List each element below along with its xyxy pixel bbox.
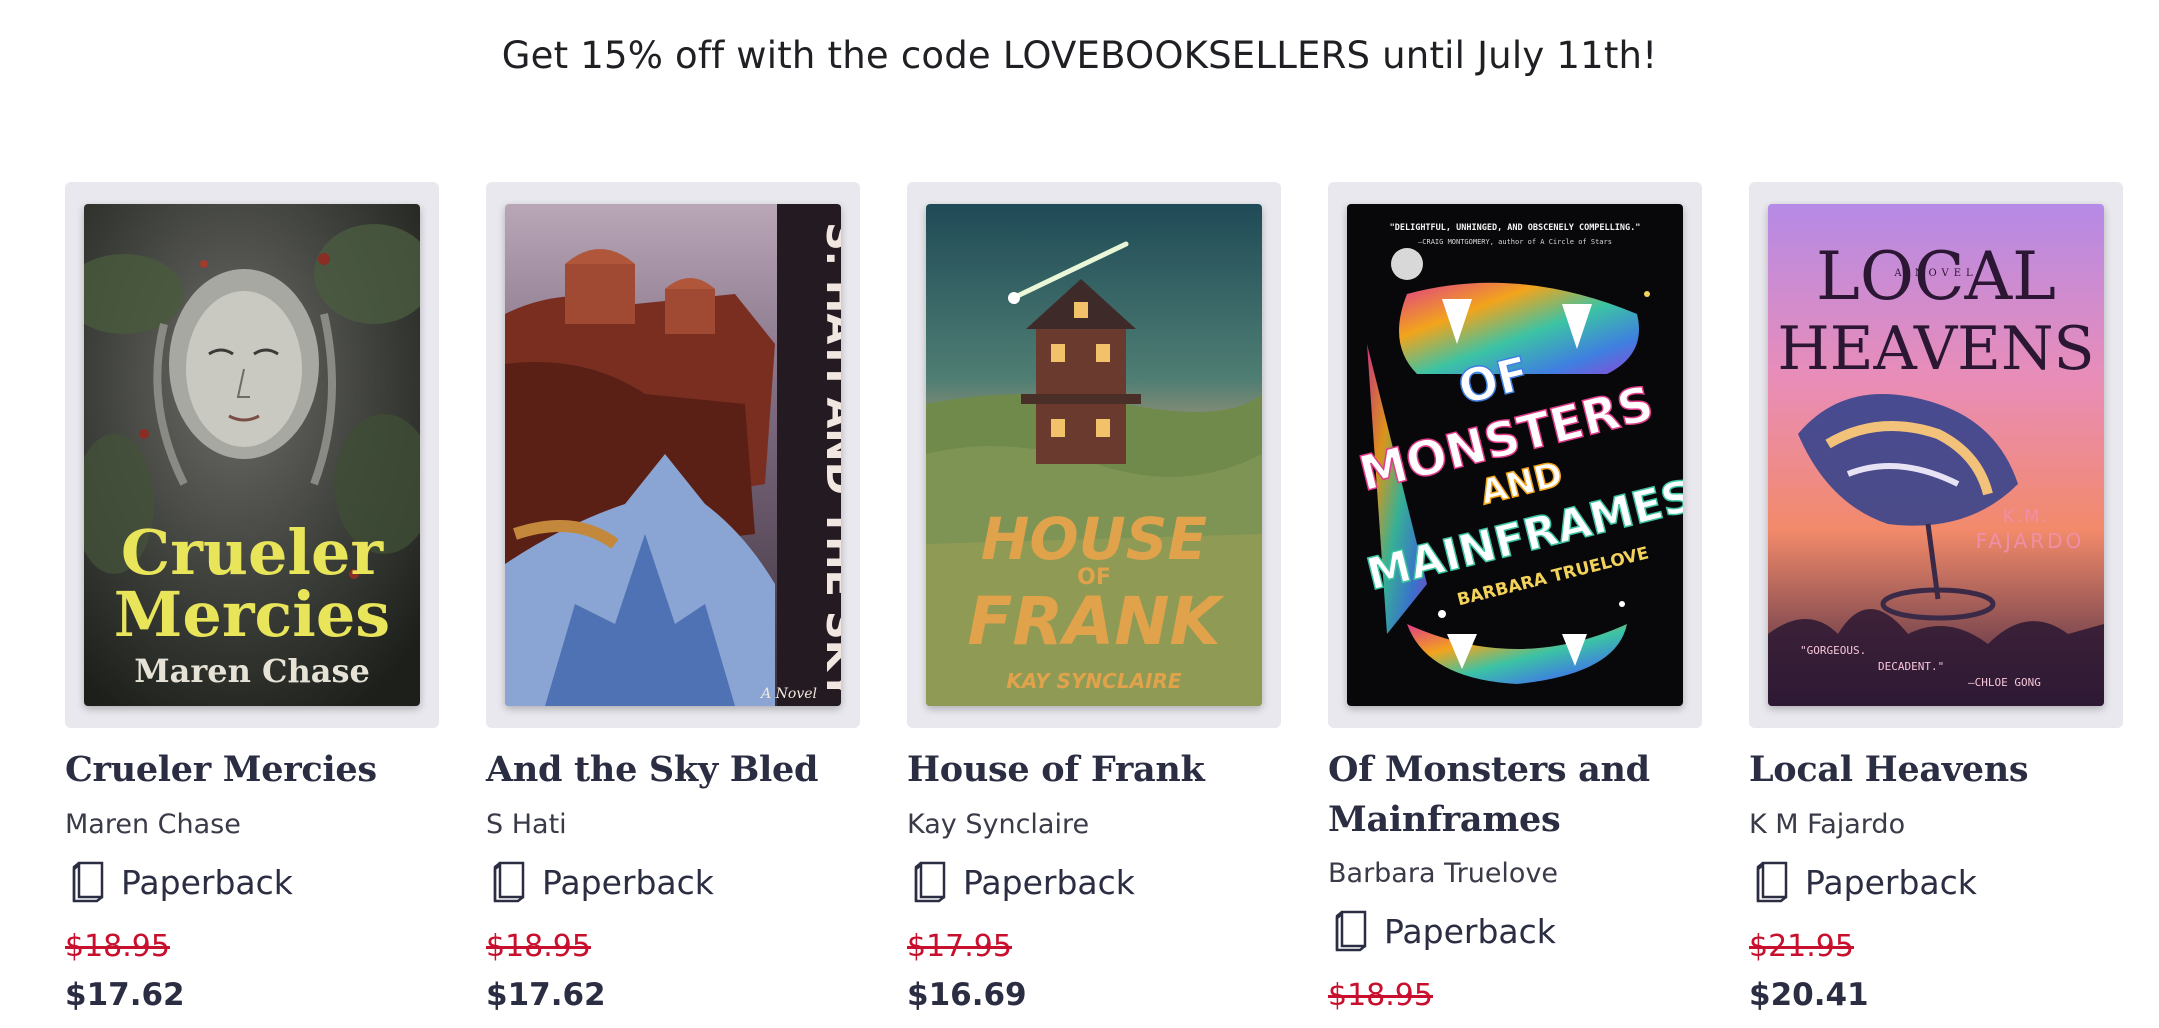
cover-art: HOUSE OF FRANK KAY SYNCLAIRE — [926, 204, 1262, 706]
book-author[interactable]: K M Fajardo — [1749, 809, 2123, 840]
book-title[interactable]: Of Monsters and Mainframes — [1328, 745, 1702, 845]
book-cover-image[interactable]: Crueler Mercies Maren Chase — [84, 204, 420, 706]
list-price: $21.95 — [1749, 929, 1854, 964]
list-price: $18.95 — [486, 929, 591, 964]
cover-blurb-line-2: DECADENT." — [1878, 660, 1944, 673]
format-option[interactable]: Paperback — [65, 858, 293, 906]
book-author[interactable]: Maren Chase — [65, 809, 439, 840]
book-icon — [914, 861, 946, 903]
format-option[interactable]: Paperback — [1328, 907, 1556, 955]
cover-blurb: "DELIGHTFUL, UNHINGED, AND OBSCENELY COM… — [1390, 223, 1641, 233]
cover-frame[interactable]: Crueler Mercies Maren Chase — [65, 182, 439, 728]
format-label: Paperback — [963, 862, 1135, 902]
cover-title: S. HATI AND THE SKY BLED — [817, 222, 841, 706]
book-cover-image[interactable]: A NOVEL LOCAL HEAVENS K.M. FAJARDO "GORG… — [1768, 204, 2104, 706]
sale-price: $20.41 — [1749, 977, 1869, 1013]
cover-blurb-attribution: —CRAIG MONTGOMERY, author of A Circle of… — [1418, 238, 1612, 246]
book-title[interactable]: House of Frank — [907, 745, 1281, 795]
cover-subtitle: A Novel — [759, 686, 817, 702]
cover-art: "DELIGHTFUL, UNHINGED, AND OBSCENELY COM… — [1347, 204, 1683, 706]
book-author[interactable]: S Hati — [486, 809, 860, 840]
format-option[interactable]: Paperback — [907, 858, 1135, 906]
sale-price: $16.69 — [907, 977, 1027, 1013]
format-label: Paperback — [121, 862, 293, 902]
book-icon — [493, 861, 525, 903]
book-title[interactable]: And the Sky Bled — [486, 745, 860, 795]
book-cover-image[interactable]: HOUSE OF FRANK KAY SYNCLAIRE — [926, 204, 1262, 706]
cover-author: Maren Chase — [134, 652, 370, 690]
book-title[interactable]: Crueler Mercies — [65, 745, 439, 795]
cover-author: KAY SYNCLAIRE — [1006, 669, 1181, 693]
format-label: Paperback — [1384, 911, 1556, 951]
cover-frame[interactable]: "DELIGHTFUL, UNHINGED, AND OBSCENELY COM… — [1328, 182, 1702, 728]
format-option[interactable]: Paperback — [486, 858, 714, 906]
sale-price: $17.62 — [486, 977, 606, 1013]
list-price: $18.95 — [65, 929, 170, 964]
cover-title-line-1: HOUSE — [981, 505, 1207, 573]
cover-title-line-2: Mercies — [114, 578, 390, 651]
cover-author-line-2: FAJARDO — [1976, 529, 2085, 553]
list-price: $17.95 — [907, 929, 1012, 964]
book-title[interactable]: Local Heavens — [1749, 745, 2123, 795]
list-price: $18.95 — [1328, 978, 1433, 1013]
cover-title-line-2: HEAVENS — [1777, 314, 2094, 384]
cover-blurb-line-1: "GORGEOUS. — [1800, 644, 1866, 657]
cover-frame[interactable]: S. HATI AND THE SKY BLED A Novel — [486, 182, 860, 728]
cover-art: S. HATI AND THE SKY BLED A Novel — [505, 204, 841, 706]
book-author[interactable]: Kay Synclaire — [907, 809, 1281, 840]
cover-frame[interactable]: HOUSE OF FRANK KAY SYNCLAIRE — [907, 182, 1281, 728]
book-cover-image[interactable]: S. HATI AND THE SKY BLED A Novel — [505, 204, 841, 706]
cover-blurb-attribution: —CHLOE GONG — [1968, 676, 2041, 689]
promo-banner: Get 15% off with the code LOVEBOOKSELLER… — [501, 34, 1658, 77]
cover-art: A NOVEL LOCAL HEAVENS K.M. FAJARDO "GORG… — [1768, 204, 2104, 706]
format-label: Paperback — [542, 862, 714, 902]
book-icon — [72, 861, 104, 903]
format-option[interactable]: Paperback — [1749, 858, 1977, 906]
sale-price: $17.62 — [65, 977, 185, 1013]
format-label: Paperback — [1805, 862, 1977, 902]
book-icon — [1335, 910, 1367, 952]
cover-frame[interactable]: A NOVEL LOCAL HEAVENS K.M. FAJARDO "GORG… — [1749, 182, 2123, 728]
book-author[interactable]: Barbara Truelove — [1328, 858, 1702, 889]
cover-art: Crueler Mercies Maren Chase — [84, 204, 420, 706]
cover-title-line-1: LOCAL — [1816, 238, 2056, 315]
book-icon — [1756, 861, 1788, 903]
cover-author-line-1: K.M. — [2003, 506, 2050, 527]
book-cover-image[interactable]: "DELIGHTFUL, UNHINGED, AND OBSCENELY COM… — [1347, 204, 1683, 706]
book-grid: Crueler Mercies Maren Chase Crueler Merc… — [65, 182, 2125, 1028]
cover-title-line-3: FRANK — [967, 583, 1225, 660]
